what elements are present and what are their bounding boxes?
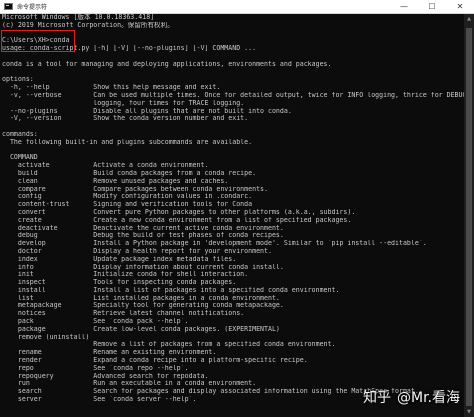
console-line: repoquery Advanced search for repodata. bbox=[2, 372, 209, 380]
scroll-down-arrow-icon[interactable]: ▼ bbox=[464, 407, 474, 417]
console-line: pack See `conda pack --help`. bbox=[2, 318, 189, 326]
console-line: rename Rename an existing environment. bbox=[2, 349, 217, 357]
console-line: usage: conda-script.py [-h] [-V] [--no-p… bbox=[2, 45, 257, 53]
console-line: content-trust Signing and verification t… bbox=[2, 201, 253, 209]
console-line: package Create low-level conda packages.… bbox=[2, 325, 280, 333]
watermark-site: 知乎 bbox=[363, 390, 391, 406]
console-line: build Build conda packages from a conda … bbox=[2, 169, 257, 177]
console-line: index Update package index metadata file… bbox=[2, 255, 237, 263]
console-line: activate Activate a conda environment. bbox=[2, 162, 209, 170]
console-line: options: bbox=[2, 76, 34, 84]
console-line: -v, --verbose Can be used multiple times… bbox=[2, 91, 464, 99]
console-line: --no-plugins Disable all plugins that ar… bbox=[2, 107, 292, 115]
console-line: repo See `conda repo --help`. bbox=[2, 364, 189, 372]
console-line: inspect Tools for inspecting conda packa… bbox=[2, 279, 237, 287]
console-line: remove (uninstall) bbox=[2, 333, 90, 341]
console-output[interactable]: Microsoft Windows [版本 10.0.18363.418] (c)… bbox=[0, 14, 464, 417]
zhihu-watermark: 知乎 @Mr.看海 bbox=[363, 387, 460, 407]
cmd-window: 命令提示符 — ☐ ✕ Microsoft Windows [版本 10.0.1… bbox=[0, 0, 474, 417]
window-title: 命令提示符 bbox=[17, 4, 48, 11]
console-line: init Initialize conda for shell interact… bbox=[2, 271, 249, 279]
title-bar[interactable]: 命令提示符 — ☐ ✕ bbox=[0, 0, 474, 14]
vertical-scrollbar[interactable]: ▲ ▼ bbox=[464, 14, 474, 417]
console-line: convert Convert pure Python packages to … bbox=[2, 208, 356, 216]
console-line: deactivate Deactivate the current active… bbox=[2, 224, 284, 232]
console-line: clean Remove unused packages and caches. bbox=[2, 177, 229, 185]
console-line: install Install a list of packages into … bbox=[2, 286, 340, 294]
console-line: metapackage Specialty tool for generatin… bbox=[2, 302, 284, 310]
console-line: -h, --help Show this help message and ex… bbox=[2, 84, 221, 92]
console-line: conda is a tool for managing and deployi… bbox=[2, 60, 332, 68]
console-line: COMMAND bbox=[2, 154, 38, 162]
console-line: C:\Users\XH>conda bbox=[2, 37, 70, 45]
console-line: render Expand a conda recipe into a plat… bbox=[2, 357, 308, 365]
close-button[interactable]: ✕ bbox=[446, 0, 474, 14]
console-line: create Create a new conda environment fr… bbox=[2, 216, 352, 224]
console-line: Microsoft Windows [版本 10.0.18363.418] bbox=[2, 14, 155, 21]
console-line: info Display information about current c… bbox=[2, 263, 284, 271]
terminal-icon bbox=[4, 3, 13, 10]
maximize-button[interactable]: ☐ bbox=[418, 0, 446, 14]
console-line: debug Debug the build or test phases of … bbox=[2, 232, 284, 240]
console-line: Remove a list of packages from a specifi… bbox=[2, 341, 336, 349]
console-line: -V, --version Show the conda version num… bbox=[2, 115, 249, 123]
minimize-button[interactable]: — bbox=[390, 0, 418, 14]
scroll-thumb[interactable] bbox=[466, 28, 472, 406]
console-line: (c) 2019 Microsoft Corporation。保留所有权利。 bbox=[2, 21, 174, 29]
scroll-up-arrow-icon[interactable]: ▲ bbox=[464, 14, 474, 24]
console-line: logging, four times for TRACE logging. bbox=[2, 99, 245, 107]
console-line: commands: bbox=[2, 130, 38, 138]
console-line: compare Compare packages between conda e… bbox=[2, 185, 268, 193]
console-line: The following built-in and plugins subco… bbox=[2, 138, 253, 146]
console-line: doctor Display a health report for your … bbox=[2, 247, 272, 255]
watermark-user: @Mr.看海 bbox=[397, 390, 460, 406]
console-line: develop Install a Python package in 'dev… bbox=[2, 240, 427, 248]
console-line: notices Retrieve latest channel notifica… bbox=[2, 310, 245, 318]
window-controls: — ☐ ✕ bbox=[390, 0, 474, 14]
console-line: list List installed packages in a conda … bbox=[2, 294, 280, 302]
console-line: config Modify configuration values in .c… bbox=[2, 193, 253, 201]
